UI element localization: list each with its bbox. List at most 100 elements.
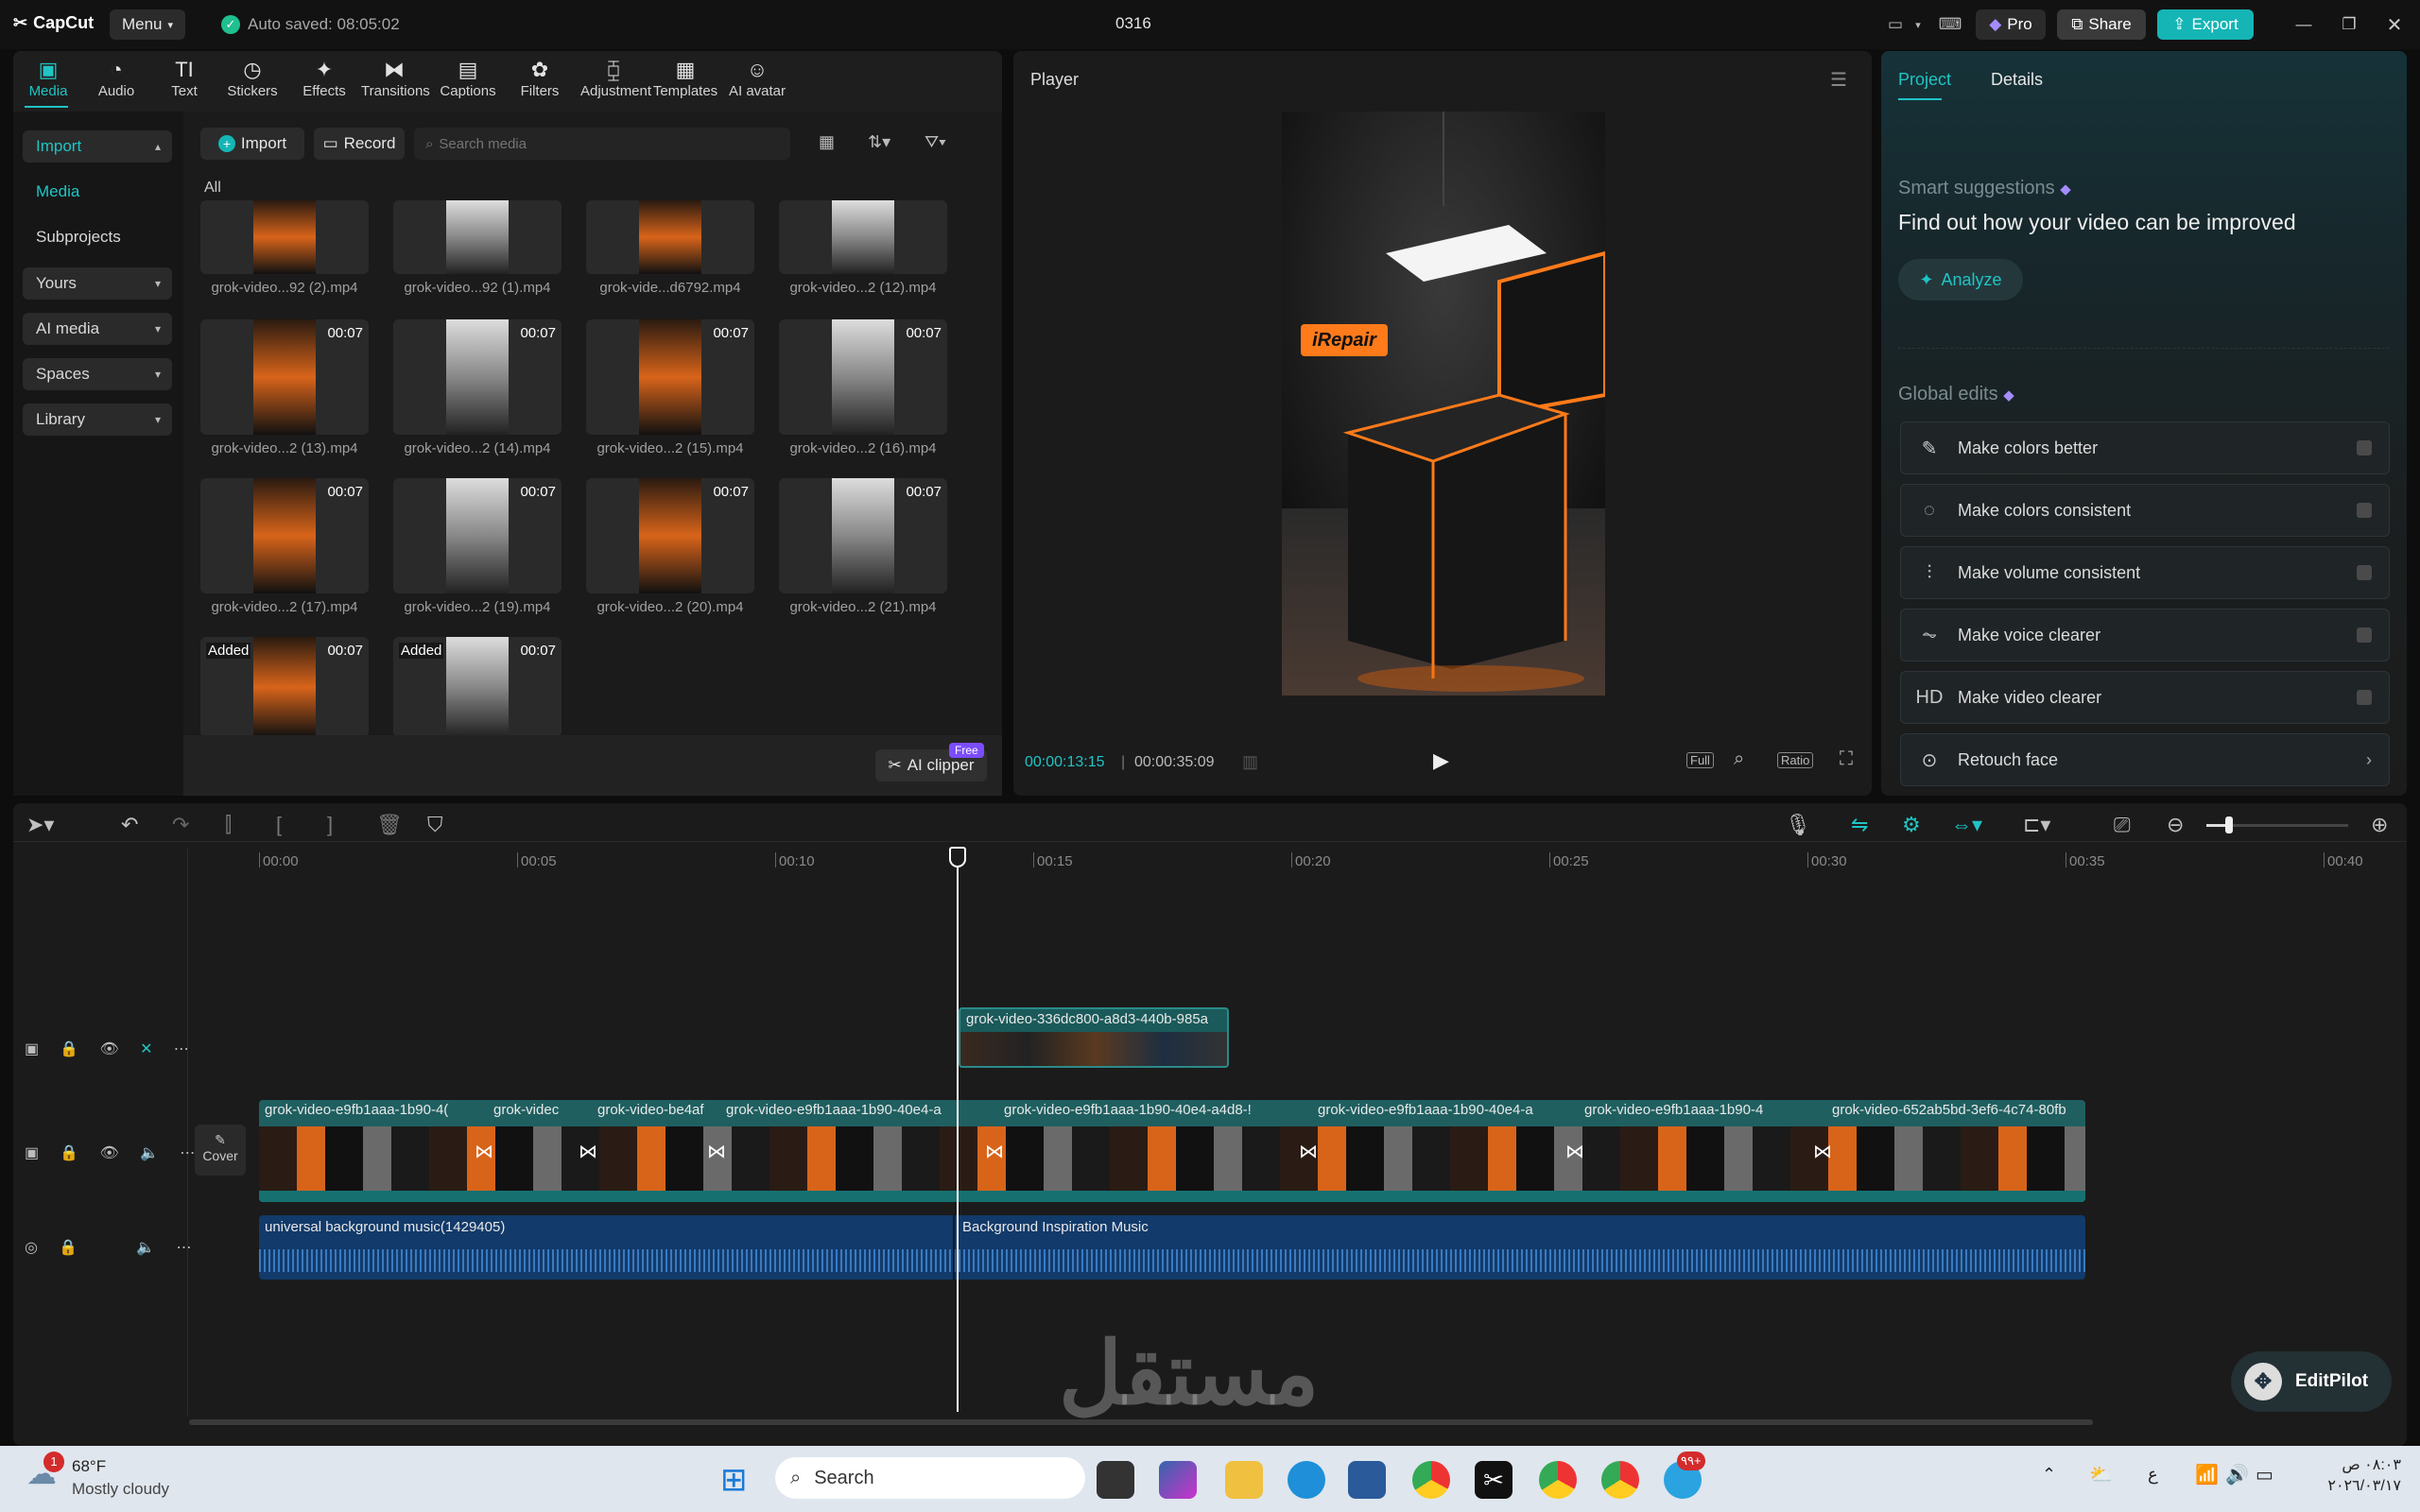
sidebar-item-import[interactable]: Import ▴ (23, 130, 172, 163)
zoom-out-icon[interactable]: ⊖ (2167, 813, 2184, 837)
fullscreen-icon[interactable]: ⛶ (1840, 748, 1853, 770)
chrome-profile-icon[interactable] (1539, 1461, 1577, 1499)
zoom-fit-icon[interactable]: ⌕ (1734, 748, 1744, 770)
layout-icon[interactable]: ▭ (1879, 9, 1911, 40)
tool-text[interactable]: TI Text (151, 57, 217, 99)
filter-all[interactable]: All (204, 180, 221, 197)
tool-filters[interactable]: ✿ Filters (507, 57, 573, 99)
sidebar-item-subprojects[interactable]: Subprojects (23, 221, 172, 253)
media-thumbnail[interactable]: 00:07 Added (393, 637, 562, 737)
global-edit-make-colors-better[interactable]: ✎ Make colors better (1900, 421, 2390, 474)
minimize-icon[interactable]: — (2288, 9, 2320, 40)
editpilot-button[interactable]: ✥ EditPilot (2231, 1351, 2392, 1412)
media-thumbnail[interactable]: 00:07 (200, 478, 369, 593)
undo-icon[interactable]: ↶ (121, 813, 138, 837)
media-thumbnail[interactable]: 00:07 Added (200, 637, 369, 737)
volume-icon[interactable]: 🔊 (2225, 1463, 2249, 1486)
toggle-checkbox[interactable] (2357, 627, 2372, 643)
tool-adjustment[interactable]: ⧮ Adjustment (580, 57, 651, 99)
main-clip-name[interactable]: grok-video-e9fb1aaa-1b90-40e4-a (1318, 1102, 1573, 1118)
speaker-icon[interactable]: 🔈 (140, 1145, 159, 1161)
sidebar-item-spaces[interactable]: Spaces ▾ (23, 358, 172, 390)
wifi-icon[interactable]: 📶 (2195, 1463, 2219, 1486)
media-thumbnail[interactable] (779, 200, 947, 274)
tray-chevron-icon[interactable]: ⌃ (2042, 1465, 2056, 1485)
main-clip-name[interactable]: grok-video-be4af (597, 1102, 715, 1118)
capcut-taskbar-icon[interactable]: ✂ (1475, 1461, 1512, 1499)
playhead[interactable] (957, 850, 959, 1412)
eye-icon[interactable]: 👁 (100, 1145, 119, 1161)
media-thumbnail[interactable]: 00:07 (393, 478, 562, 593)
media-thumbnail[interactable]: 00:07 (393, 319, 562, 435)
layout-chevron-icon[interactable]: ▾ (1911, 9, 1925, 40)
taskbar-search[interactable]: ⌕ Search (775, 1457, 1085, 1499)
audio-clip-name[interactable]: Background Inspiration Music (962, 1219, 1624, 1235)
media-thumbnail[interactable]: 00:07 (586, 478, 754, 593)
main-clip-name[interactable]: grok-videc (493, 1102, 586, 1118)
sidebar-item-library[interactable]: Library ▾ (23, 404, 172, 436)
lock-icon[interactable]: 🔒 (60, 1145, 78, 1161)
main-clip-name[interactable]: grok-video-652ab5bd-3ef6-4c74-80fb (1832, 1102, 2085, 1118)
tool-ai-avatar[interactable]: ☺ AI avatar (724, 57, 790, 99)
transition-icon[interactable]: ⋈ (707, 1140, 726, 1163)
toggle-checkbox[interactable] (2357, 690, 2372, 705)
split-icon[interactable]: ⫿ (225, 813, 232, 837)
transition-icon[interactable]: ⋈ (1565, 1140, 1584, 1163)
eye-icon[interactable]: 👁 (100, 1041, 119, 1057)
ratio-button[interactable]: Ratio (1777, 752, 1814, 768)
chrome-profile-2-icon[interactable] (1601, 1461, 1639, 1499)
windows-start-icon[interactable]: ⊞ (720, 1461, 748, 1499)
menu-button[interactable]: Menu ▾ (110, 9, 185, 40)
transition-icon[interactable]: ⋈ (1813, 1140, 1832, 1163)
global-edit-make-video-clearer[interactable]: HD Make video clearer (1900, 671, 2390, 724)
clock-time[interactable]: ٠٨:٠٣ ص (2316, 1455, 2401, 1474)
auto-snap-icon[interactable]: ⚙ (1902, 813, 1921, 837)
global-edit-retouch-face[interactable]: ⊙ Retouch face › (1900, 733, 2390, 786)
close-icon[interactable]: ✕ (2378, 9, 2411, 40)
lock-icon[interactable]: 🔒 (59, 1240, 78, 1256)
media-thumbnail[interactable]: 00:07 (779, 319, 947, 435)
tool-stickers[interactable]: ◷ Stickers (219, 57, 285, 99)
transition-icon[interactable]: ⋈ (475, 1140, 493, 1163)
tab-project[interactable]: Project (1898, 70, 1951, 90)
share-button[interactable]: ⧉ Share (2057, 9, 2146, 40)
clock-date[interactable]: ٢٠٢٦/٠٣/١٧ (2316, 1476, 2401, 1495)
more-icon[interactable]: ⋯ (174, 1041, 189, 1057)
tool-effects[interactable]: ✦ Effects (291, 57, 357, 99)
shortcuts-icon[interactable]: ⌨ (1934, 9, 1966, 40)
pro-button[interactable]: ◆ Pro (1976, 9, 2046, 40)
lock-icon[interactable]: 🔒 (60, 1041, 78, 1057)
media-thumbnail[interactable] (586, 200, 754, 274)
trim-left-icon[interactable]: [ (276, 813, 282, 837)
media-thumbnail[interactable] (200, 200, 369, 274)
search-field[interactable]: ⌕ (414, 128, 790, 160)
tool-audio[interactable]: ◔ Audio (83, 57, 149, 99)
import-button[interactable]: + Import (200, 128, 304, 160)
main-clip-name[interactable]: grok-video-e9fb1aaa-1b90-40e4-a (726, 1102, 993, 1118)
video-preview[interactable]: iRepair (1282, 112, 1605, 696)
caption-icon[interactable]: ⎚ (2114, 813, 2131, 837)
main-clip-name[interactable]: grok-video-e9fb1aaa-1b90-40e4-a4d8-! (1004, 1102, 1306, 1118)
transition-icon[interactable]: ⋈ (985, 1140, 1004, 1163)
media-thumbnail[interactable] (393, 200, 562, 274)
tool-captions[interactable]: ▤ Captions (435, 57, 501, 99)
speaker-icon[interactable]: 🔈 (136, 1240, 155, 1256)
timeline-grid-icon[interactable]: ▥ (1242, 752, 1258, 772)
sidebar-item-ai-media[interactable]: AI media ▾ (23, 313, 172, 345)
media-thumbnail[interactable]: 00:07 (586, 319, 754, 435)
track-toggle-icon[interactable]: ▣ (25, 1145, 39, 1161)
tab-details[interactable]: Details (1991, 70, 2043, 90)
analyze-button[interactable]: ✦ Analyze (1898, 259, 2023, 301)
select-tool-icon[interactable]: ➤▾ (26, 813, 54, 837)
more-icon[interactable]: ⋯ (180, 1145, 195, 1161)
transition-icon[interactable]: ⋈ (1299, 1140, 1318, 1163)
zoom-slider-thumb[interactable] (2225, 816, 2233, 833)
tool-templates[interactable]: ▦ Templates (652, 57, 718, 99)
full-quality-button[interactable]: Full (1686, 752, 1714, 768)
chrome-icon[interactable] (1412, 1461, 1450, 1499)
more-icon[interactable]: ⋯ (177, 1240, 192, 1256)
grid-view-icon[interactable]: ▦ (819, 132, 835, 152)
track-toggle-icon[interactable]: ▣ (25, 1041, 39, 1057)
media-thumbnail[interactable]: 00:07 (779, 478, 947, 593)
export-button[interactable]: ⇪ Export (2157, 9, 2254, 40)
